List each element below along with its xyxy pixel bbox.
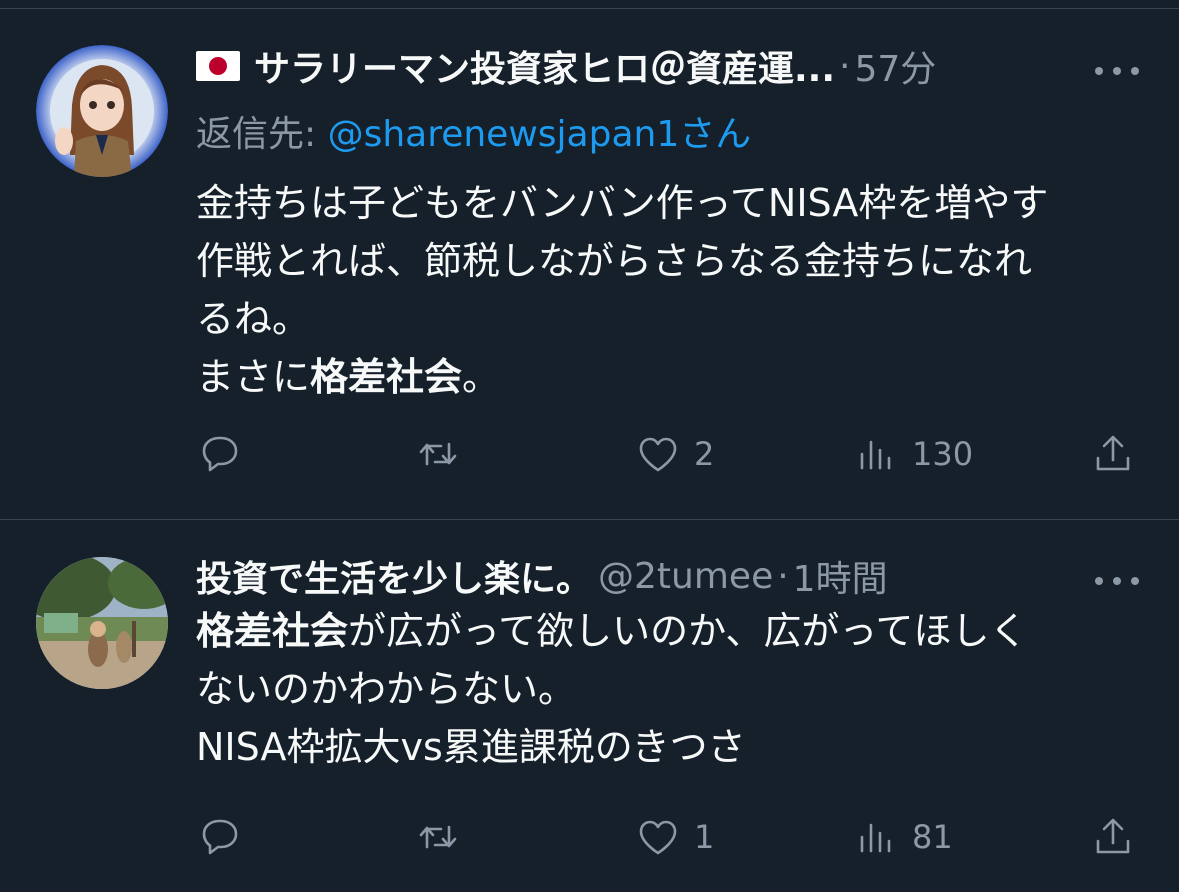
japan-flag-icon <box>196 51 240 81</box>
views-button[interactable]: 81 <box>852 813 953 861</box>
text-span: 。 <box>462 355 501 399</box>
share-upload-icon <box>1096 435 1130 471</box>
retweet-button[interactable] <box>414 430 474 478</box>
view-count: 130 <box>912 435 974 473</box>
separator-dot: · <box>777 555 789 597</box>
avatar[interactable] <box>36 45 168 177</box>
bold-text: 格差社会 <box>196 609 349 653</box>
avatar[interactable] <box>36 557 168 689</box>
user-handle[interactable]: @2tumee <box>598 556 773 597</box>
tweet-text-line: 金持ちは子どもをバンバン作ってNISA枠を増やす <box>196 181 1049 225</box>
reply-button[interactable] <box>196 813 256 861</box>
reply-mention-suffix: さん <box>679 114 752 155</box>
separator-dot: · <box>839 45 851 87</box>
ellipsis-icon <box>1131 577 1139 585</box>
action-bar: 2 130 <box>0 430 1179 478</box>
views-button[interactable]: 130 <box>852 430 973 478</box>
ellipsis-icon <box>1113 577 1121 585</box>
like-count: 2 <box>694 435 715 473</box>
ellipsis-icon <box>1131 67 1139 75</box>
share-button[interactable] <box>1089 813 1137 861</box>
timestamp[interactable]: 1時間 <box>793 550 888 602</box>
retweet-arrows-icon <box>419 825 457 849</box>
tweet-text: 格差社会が広がって欲しいのか、広がってほしく ないのかわからない。 NISA枠拡… <box>196 602 1027 776</box>
tweet-text-line: まさに格差社会。 <box>196 348 1048 406</box>
share-upload-icon <box>1096 818 1130 854</box>
view-count: 81 <box>912 818 953 856</box>
bar-chart-icon <box>860 440 891 470</box>
ellipsis-icon <box>1113 67 1121 75</box>
text-span: が広がって欲しいのか、広がってほしく <box>348 609 1028 653</box>
retweet-arrows-icon <box>419 442 457 466</box>
like-button[interactable]: 2 <box>634 430 714 478</box>
tweet-text-line: るね。 <box>196 297 311 341</box>
tweet-text-line: 格差社会が広がって欲しいのか、広がってほしく <box>196 602 1027 660</box>
timestamp[interactable]: 57分 <box>854 40 936 92</box>
more-options-button[interactable] <box>1095 575 1139 587</box>
like-button[interactable]: 1 <box>634 813 714 861</box>
tweet-text-line: 作戦とれば、節税しながらさらなる金持ちになれ <box>196 239 1033 283</box>
share-button[interactable] <box>1089 430 1137 478</box>
reply-button[interactable] <box>196 430 256 478</box>
heart-outline-icon <box>639 820 677 855</box>
reply-label: 返信先: <box>196 114 328 155</box>
bar-chart-icon <box>860 823 891 853</box>
display-name[interactable]: 投資で生活を少し楽に。 <box>196 550 592 602</box>
tweet[interactable]: 投資で生活を少し楽に。 @2tumee · 1時間 格差社会が広がって欲しいのか… <box>0 520 1179 892</box>
tweet-header: 投資で生活を少し楽に。 @2tumee · 1時間 <box>196 554 888 601</box>
reply-mention-link[interactable]: @sharenewsjapan1 <box>328 114 680 155</box>
tweet[interactable]: サラリーマン投資家ヒロ＠資産運... · 57分 返信先: @sharenews… <box>0 9 1179 519</box>
heart-outline-icon <box>639 437 677 472</box>
reply-context: 返信先: @sharenewsjapan1さん <box>196 105 751 157</box>
action-bar: 1 81 <box>0 813 1179 861</box>
like-count: 1 <box>694 818 715 856</box>
speech-bubble-icon <box>202 819 238 855</box>
tweet-text-line: NISA枠拡大vs累進課税のきつさ <box>196 725 746 769</box>
bold-text: 格差社会 <box>310 355 463 399</box>
more-options-button[interactable] <box>1095 65 1139 77</box>
text-span: まさに <box>196 355 311 399</box>
retweet-button[interactable] <box>414 813 474 861</box>
ellipsis-icon <box>1095 67 1103 75</box>
tweet-header: サラリーマン投資家ヒロ＠資産運... · 57分 <box>196 44 936 90</box>
ellipsis-icon <box>1095 577 1103 585</box>
speech-bubble-icon <box>202 436 238 472</box>
tweet-text: 金持ちは子どもをバンバン作ってNISA枠を増やす 作戦とれば、節税しながらさらな… <box>196 174 1048 406</box>
display-name[interactable]: サラリーマン投資家ヒロ＠資産運... <box>254 40 835 92</box>
tweet-text-line: ないのかわからない。 <box>196 667 577 711</box>
